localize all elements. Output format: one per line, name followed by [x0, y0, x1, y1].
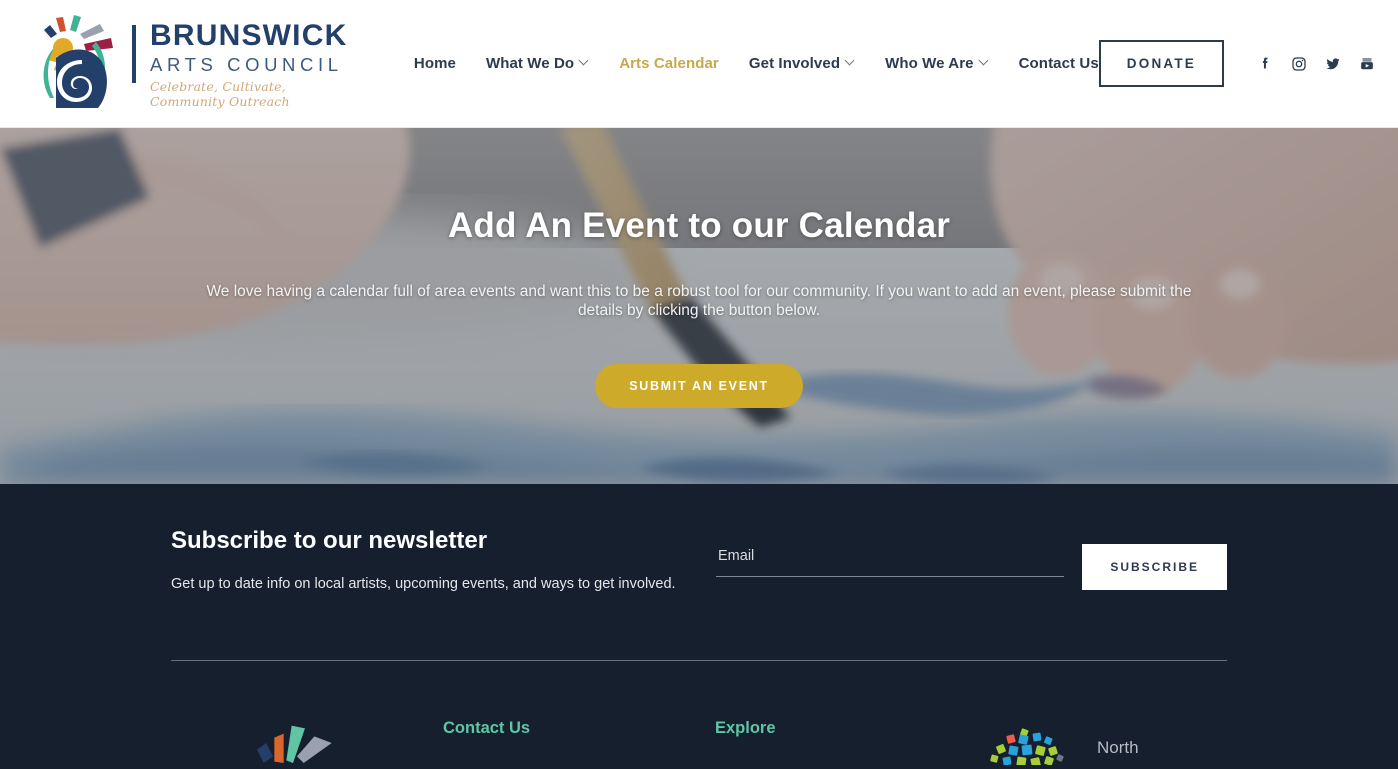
- youtube-icon[interactable]: [1358, 55, 1376, 73]
- facebook-icon[interactable]: [1256, 55, 1274, 73]
- nav-label: Get Involved: [748, 55, 841, 72]
- nav-item-arts-calendar[interactable]: Arts Calendar: [619, 55, 719, 72]
- nav-label: What We Do: [485, 55, 575, 72]
- brand-name: BRUNSWICK: [150, 18, 348, 52]
- site-footer: Subscribe to our newsletter Get up to da…: [0, 484, 1398, 765]
- submit-an-event-button[interactable]: SUBMIT AN EVENT: [595, 364, 803, 408]
- brand-wordmark: BRUNSWICK ARTS COUNCIL Celebrate, Cultiv…: [132, 19, 356, 109]
- nav-label: Who We Are: [885, 55, 974, 72]
- brand-subtitle: ARTS COUNCIL: [150, 53, 343, 75]
- nav-item-what-we-do[interactable]: What We Do: [486, 55, 589, 72]
- footer-logo[interactable]: [171, 717, 443, 763]
- page-title: Add An Event to our Calendar: [447, 206, 951, 245]
- subscribe-button[interactable]: SUBSCRIBE: [1082, 544, 1227, 590]
- twitter-icon[interactable]: [1324, 55, 1342, 73]
- hero-subtitle: We love having a calendar full of area e…: [206, 283, 1192, 319]
- north-carolina-arts-mosaic-icon: [990, 728, 1064, 765]
- nav-label: Arts Calendar: [619, 55, 719, 72]
- chevron-down-icon: [846, 57, 855, 66]
- footer-partner-name: North: [1097, 738, 1139, 757]
- instagram-icon[interactable]: [1290, 55, 1308, 73]
- site-header: BRUNSWICK ARTS COUNCIL Celebrate, Cultiv…: [0, 0, 1398, 128]
- social-links: [1256, 55, 1376, 73]
- main-navigation: Home What We Do Arts Calendar Get Involv…: [414, 55, 1099, 72]
- header-actions: DONATE: [1098, 40, 1376, 87]
- footer-divider: [171, 660, 1227, 661]
- nav-item-get-involved[interactable]: Get Involved: [749, 55, 855, 72]
- nav-item-home[interactable]: Home: [414, 55, 456, 72]
- nav-label: Contact Us: [1018, 55, 1099, 72]
- newsletter-title: Subscribe to our newsletter: [171, 527, 488, 554]
- footer-contact-heading[interactable]: Contact Us: [443, 717, 715, 739]
- footer-partner: North: [987, 717, 1227, 765]
- chevron-down-icon: [980, 57, 989, 66]
- footer-columns: Contact Us Explore North: [171, 717, 1227, 765]
- nav-item-contact-us[interactable]: Contact Us: [1019, 55, 1099, 72]
- hero-section: Add An Event to our Calendar We love hav…: [0, 128, 1398, 484]
- chevron-down-icon: [580, 57, 589, 66]
- newsletter-section: Subscribe to our newsletter Get up to da…: [171, 526, 1227, 594]
- brunswick-arts-council-fan-logo: [257, 725, 332, 763]
- newsletter-description: Get up to date info on local artists, up…: [171, 576, 676, 592]
- nav-label: Home: [413, 55, 456, 72]
- brand-divider: [132, 24, 136, 83]
- donate-button[interactable]: DONATE: [1098, 40, 1224, 87]
- brand-logo[interactable]: BRUNSWICK ARTS COUNCIL Celebrate, Cultiv…: [26, 12, 356, 116]
- footer-column-explore: Explore: [715, 717, 987, 739]
- brand-tagline: Celebrate, Cultivate, Community Outreach: [150, 78, 290, 109]
- footer-column-contact: Contact Us: [443, 717, 715, 739]
- footer-explore-heading[interactable]: Explore: [715, 717, 987, 739]
- nav-item-who-we-are[interactable]: Who We Are: [885, 55, 989, 72]
- brunswick-arts-council-spiral-logo: [43, 14, 113, 108]
- email-input[interactable]: [716, 544, 1065, 577]
